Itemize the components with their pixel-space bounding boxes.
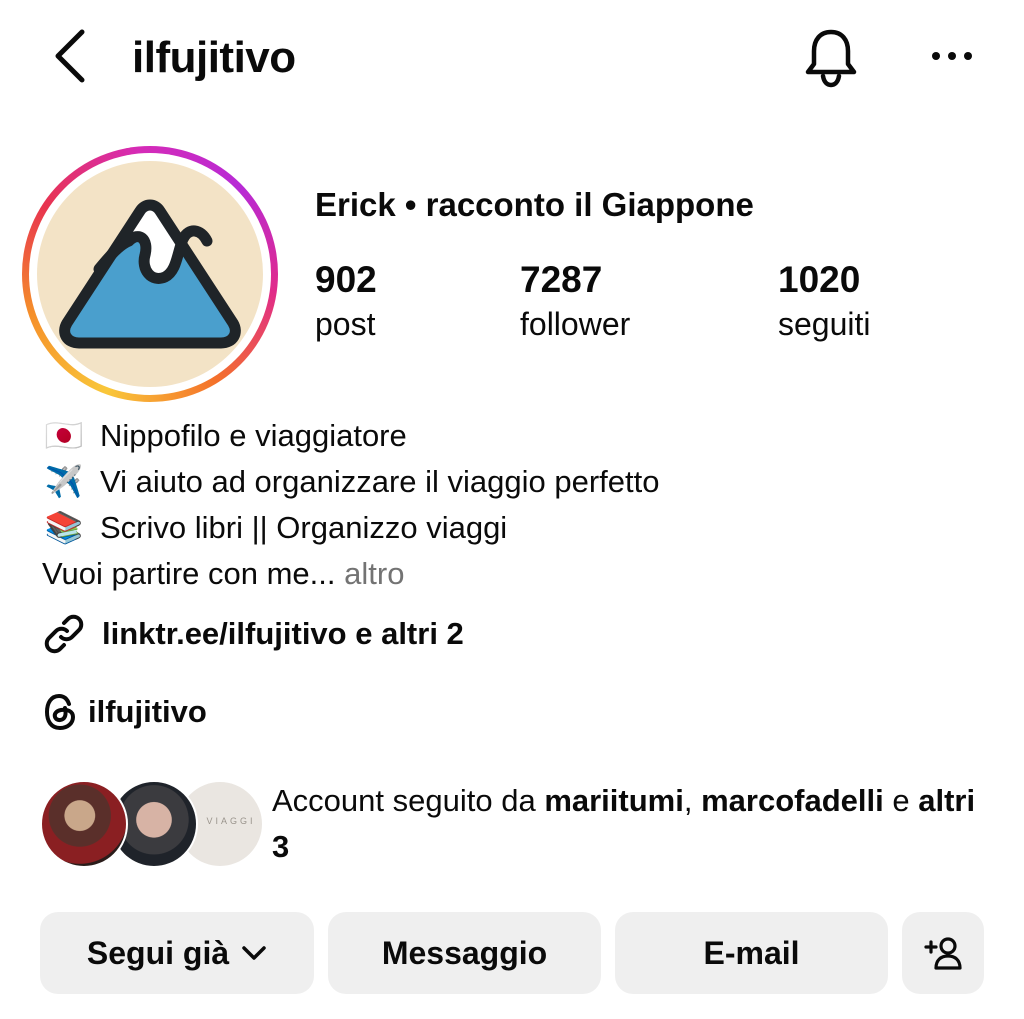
bio-last-line: Vuoi partire con me... altro bbox=[42, 552, 404, 596]
bio-more-link[interactable]: altro bbox=[344, 556, 404, 591]
stat-following[interactable]: 1020 seguiti bbox=[778, 258, 871, 344]
followed-by-prefix: Account seguito da bbox=[272, 783, 536, 818]
airplane-icon: ✈️ bbox=[44, 464, 84, 499]
bio-line: ✈️ Vi aiuto ad organizzare il viaggio per… bbox=[42, 460, 660, 504]
mutual-follower-avatar[interactable] bbox=[40, 780, 128, 868]
link-icon bbox=[44, 614, 84, 654]
avatar-caption: B VIAGGI bbox=[192, 816, 256, 826]
email-button-label: E-mail bbox=[703, 934, 800, 971]
threads-badge[interactable]: ilfujitivo bbox=[42, 690, 207, 734]
message-button-label: Messaggio bbox=[381, 934, 548, 971]
stat-posts[interactable]: 902 post bbox=[315, 258, 377, 344]
bio-line-text: Nippofilo e viaggiatore bbox=[100, 418, 407, 453]
chevron-left-icon bbox=[55, 29, 85, 83]
bio-truncated-text: Vuoi partire con me... bbox=[42, 556, 336, 591]
profile-display-name: Erick • racconto il Giappone bbox=[315, 186, 754, 223]
more-options-button[interactable] bbox=[926, 40, 978, 72]
profile-avatar bbox=[37, 161, 263, 387]
profile-link-text: linktr.ee/ilfujitivo e altri 2 bbox=[102, 616, 464, 651]
chevron-down-icon bbox=[242, 946, 266, 960]
stat-posts-label: post bbox=[315, 306, 376, 342]
threads-icon bbox=[45, 694, 75, 730]
notifications-button[interactable] bbox=[800, 26, 862, 90]
suggested-accounts-button[interactable] bbox=[902, 912, 984, 994]
stat-followers-value: 7287 bbox=[520, 259, 603, 300]
followed-by-conjunction: e bbox=[892, 783, 910, 818]
stat-following-label: seguiti bbox=[778, 306, 871, 342]
stat-following-value: 1020 bbox=[778, 259, 861, 300]
followed-by-user: mariitumi bbox=[544, 783, 684, 818]
message-button[interactable]: Messaggio bbox=[328, 912, 601, 994]
stat-followers-label: follower bbox=[520, 306, 631, 342]
profile-link[interactable]: linktr.ee/ilfujitivo e altri 2 bbox=[42, 612, 464, 656]
stat-followers[interactable]: 7287 follower bbox=[520, 258, 630, 344]
japan-flag-icon: 🇯🇵 bbox=[44, 418, 84, 453]
more-horizontal-icon bbox=[932, 52, 972, 60]
email-button[interactable]: E-mail bbox=[615, 912, 888, 994]
back-button[interactable] bbox=[50, 28, 94, 84]
add-user-icon bbox=[924, 937, 962, 970]
threads-handle: ilfujitivo bbox=[88, 694, 207, 729]
bio-line: 📚 Scrivo libri || Organizzo viaggi bbox=[42, 506, 508, 550]
bio-line-text: Scrivo libri || Organizzo viaggi bbox=[100, 510, 508, 545]
profile-username: ilfujitivo bbox=[132, 33, 296, 82]
followed-by-text[interactable]: Account seguito da mariitumi, marcofadel… bbox=[272, 778, 992, 870]
followed-by-user: marcofadelli bbox=[701, 783, 884, 818]
profile-avatar-story-ring[interactable] bbox=[22, 146, 278, 402]
books-icon: 📚 bbox=[44, 510, 84, 545]
bell-icon bbox=[805, 29, 857, 88]
bio-line-text: Vi aiuto ad organizzare il viaggio perfe… bbox=[100, 464, 660, 499]
following-button-label: Segui già bbox=[86, 934, 230, 971]
stat-posts-value: 902 bbox=[315, 259, 377, 300]
followed-by-separator: , bbox=[683, 783, 693, 818]
mountain-logo-icon bbox=[59, 199, 241, 349]
following-button[interactable]: Segui già bbox=[40, 912, 314, 994]
bio-line: 🇯🇵 Nippofilo e viaggiatore bbox=[42, 414, 407, 458]
